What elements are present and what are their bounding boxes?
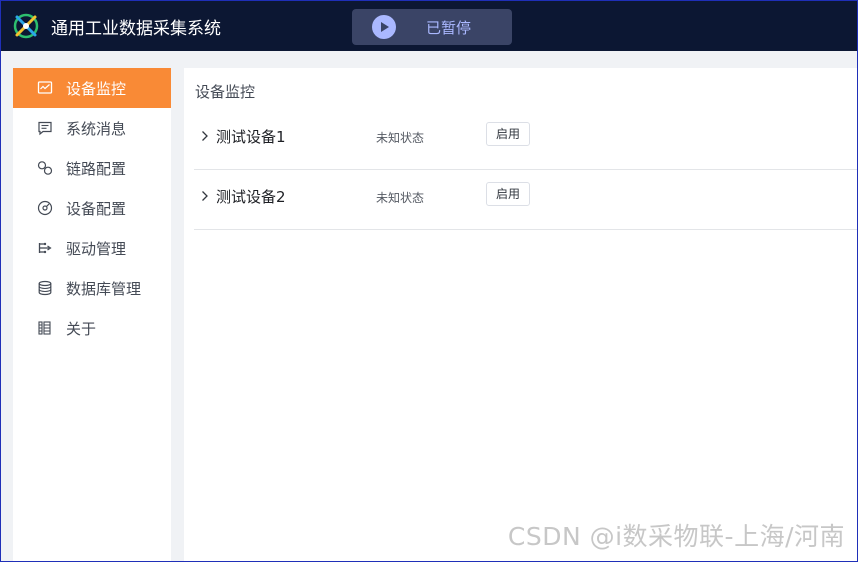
about-icon: [38, 321, 51, 335]
sidebar-item-driver-management[interactable]: 驱动管理: [13, 228, 171, 268]
chevron-right-icon[interactable]: [200, 190, 210, 202]
sidebar-item-label: 驱动管理: [66, 240, 127, 258]
sidebar-item-about[interactable]: 关于: [13, 308, 171, 348]
app-window: 通用工业数据采集系统 已暂停 设备监控 系统消息 链路配置 设备配置 驱动管理 …: [0, 0, 858, 562]
sidebar-item-label: 设备配置: [66, 200, 127, 218]
page-title: 设备监控: [195, 83, 256, 101]
sidebar: 设备监控 系统消息 链路配置 设备配置 驱动管理 数据库管理 关于: [13, 68, 171, 561]
enable-button[interactable]: 启用: [486, 182, 530, 206]
sidebar-item-device-config[interactable]: 设备配置: [13, 188, 171, 228]
device-name[interactable]: 测试设备1: [216, 126, 286, 147]
top-bar: 通用工业数据采集系统 已暂停: [1, 1, 857, 51]
play-icon: [372, 15, 396, 39]
chevron-right-icon[interactable]: [200, 130, 210, 142]
device-row: 测试设备1 未知状态 启用: [194, 109, 857, 170]
sidebar-item-link-config[interactable]: 链路配置: [13, 148, 171, 188]
sidebar-item-label: 链路配置: [66, 160, 127, 178]
monitor-icon: [37, 81, 53, 94]
sidebar-item-system-messages[interactable]: 系统消息: [13, 108, 171, 148]
driver-icon: [38, 242, 52, 254]
device-row: 测试设备2 未知状态 启用: [194, 169, 857, 230]
enable-button[interactable]: 启用: [486, 122, 530, 146]
device-status: 未知状态: [376, 191, 425, 205]
device-name[interactable]: 测试设备2: [216, 186, 286, 207]
logo-icon: [13, 13, 39, 39]
sidebar-item-database-management[interactable]: 数据库管理: [13, 268, 171, 308]
sidebar-item-label: 系统消息: [66, 120, 127, 138]
main-content: 设备监控 测试设备1 未知状态 启用 测试设备2 未知状态 启用: [184, 68, 857, 561]
pause-toggle-button[interactable]: 已暂停: [352, 9, 512, 45]
sidebar-item-label: 关于: [66, 320, 97, 338]
database-icon: [38, 280, 52, 296]
device-config-icon: [37, 200, 53, 216]
pause-status-label: 已暂停: [426, 19, 472, 37]
device-status: 未知状态: [376, 131, 425, 145]
app-title: 通用工业数据采集系统: [51, 19, 221, 39]
message-icon: [38, 121, 52, 136]
watermark: CSDN @i数采物联-上海/河南: [507, 522, 845, 551]
link-icon: [37, 161, 53, 175]
sidebar-item-label: 设备监控: [66, 80, 127, 98]
sidebar-item-device-monitor[interactable]: 设备监控: [13, 68, 171, 108]
sidebar-item-label: 数据库管理: [66, 280, 142, 298]
